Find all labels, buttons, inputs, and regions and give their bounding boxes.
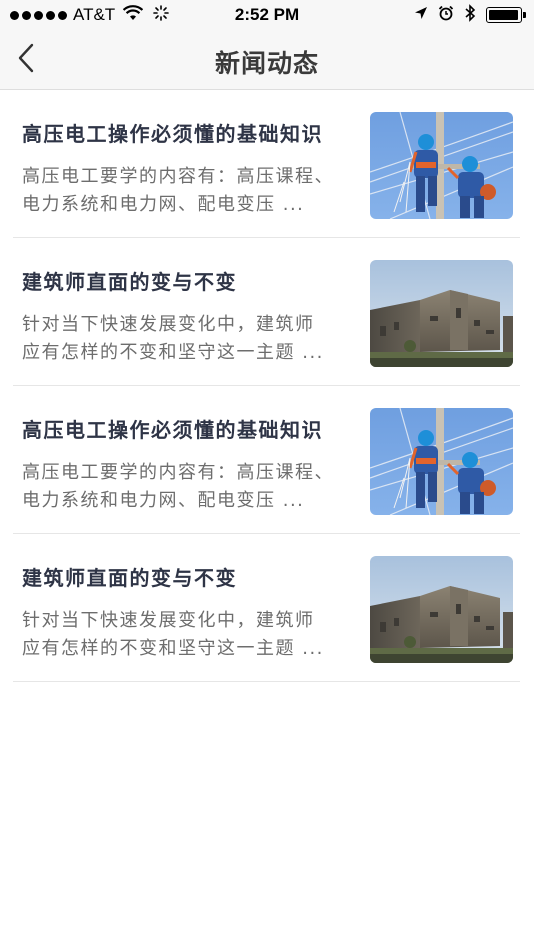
news-summary-line: 应有怎样的不变和坚守这一主题 ... [22,638,324,659]
news-summary: 针对当下快速发展变化中，建筑师 应有怎样的不变和坚守这一主题 ... [22,311,352,367]
location-arrow-icon [414,5,428,25]
news-summary-line: 应有怎样的不变和坚守这一主题 ... [22,342,324,363]
news-summary-line: 针对当下快速发展变化中，建筑师 [22,610,315,631]
page-title: 新闻动态 [214,49,319,78]
battery-icon [486,7,526,23]
news-item[interactable]: 高压电工操作必须懂的基础知识 高压电工要学的内容有：高压课程、 电力系统和电力网… [13,90,520,238]
bluetooth-icon [464,3,476,27]
battery-level [489,10,518,20]
news-item[interactable]: 建筑师直面的变与不变 针对当下快速发展变化中，建筑师 应有怎样的不变和坚守这一主… [13,534,520,682]
news-thumbnail-building [370,556,513,663]
news-summary-line: 高压电工要学的内容有：高压课程、 [22,462,334,483]
news-item[interactable]: 高压电工操作必须懂的基础知识 高压电工要学的内容有：高压课程、 电力系统和电力网… [13,386,520,534]
news-title: 高压电工操作必须懂的基础知识 [22,122,323,146]
news-summary-line: 电力系统和电力网、配电变压 ... [22,194,305,215]
news-title: 建筑师直面的变与不变 [22,270,237,294]
news-thumbnail-electricians [370,112,513,219]
status-bar: AT&T 2:52 PM [0,0,534,30]
news-summary-line: 电力系统和电力网、配电变压 ... [22,490,305,511]
alarm-clock-icon [438,5,454,26]
news-summary-line: 针对当下快速发展变化中，建筑师 [22,314,315,335]
news-title: 建筑师直面的变与不变 [22,566,237,590]
news-thumbnail-electricians [370,408,513,515]
news-item[interactable]: 建筑师直面的变与不变 针对当下快速发展变化中，建筑师 应有怎样的不变和坚守这一主… [13,238,520,386]
news-summary: 高压电工要学的内容有：高压课程、 电力系统和电力网、配电变压 ... [22,163,352,219]
status-right [414,3,526,27]
news-thumbnail-building [370,260,513,367]
news-list: 高压电工操作必须懂的基础知识 高压电工要学的内容有：高压课程、 电力系统和电力网… [13,90,520,682]
news-summary-line: 高压电工要学的内容有：高压课程、 [22,166,334,187]
news-summary: 高压电工要学的内容有：高压课程、 电力系统和电力网、配电变压 ... [22,459,352,515]
news-title: 高压电工操作必须懂的基础知识 [22,418,323,442]
news-summary: 针对当下快速发展变化中，建筑师 应有怎样的不变和坚守这一主题 ... [22,607,352,663]
navigation-bar: 新闻动态 [0,30,534,90]
